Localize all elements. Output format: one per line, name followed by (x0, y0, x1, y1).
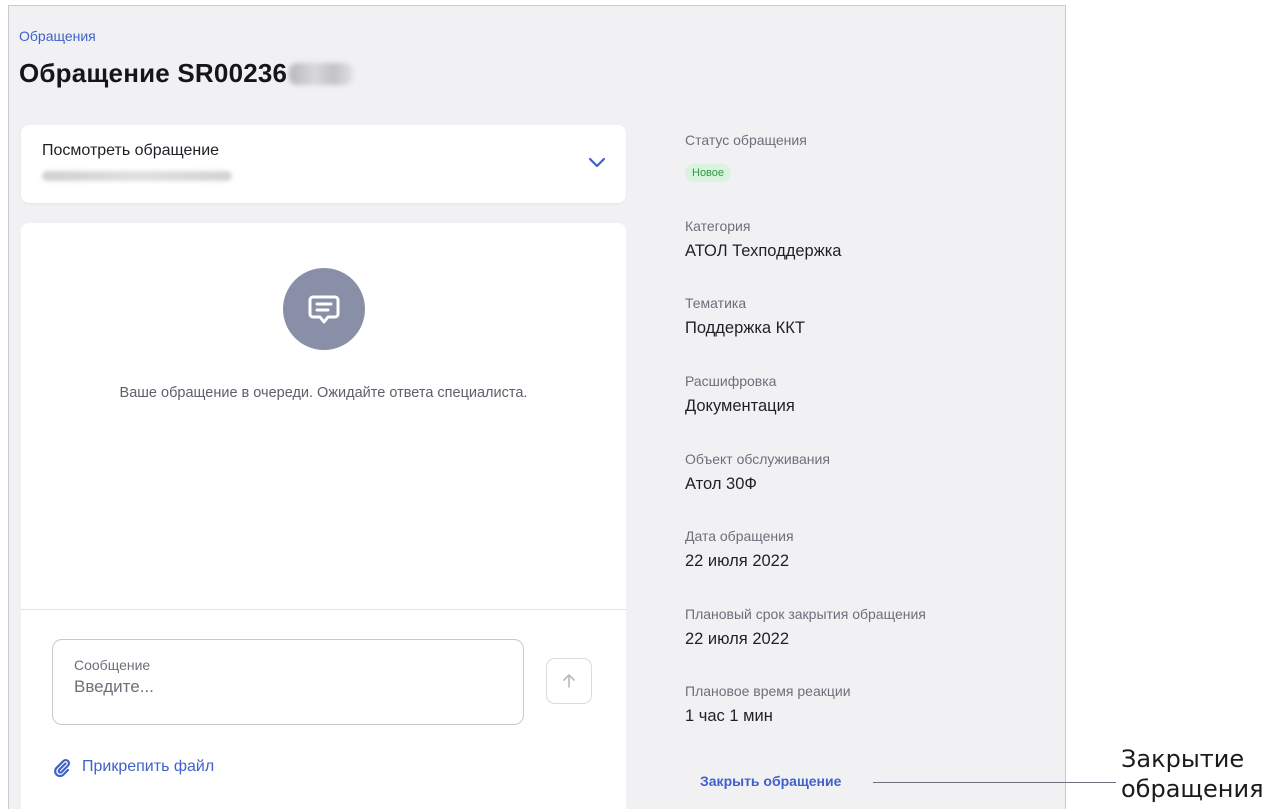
redacted-subtitle-blur (42, 171, 232, 181)
deadline-label: Плановый срок закрытия обращения (685, 606, 926, 622)
deadline-section: Плановый срок закрытия обращения 22 июля… (685, 606, 926, 649)
callout-line1: Закрытие (1121, 745, 1245, 773)
attach-file-label: Прикрепить файл (82, 758, 215, 775)
status-section: Статус обращения Новое (685, 132, 807, 182)
attach-file-button[interactable]: Прикрепить файл (52, 757, 214, 777)
message-field[interactable]: Сообщение (52, 639, 524, 725)
topic-value: Поддержка ККТ (685, 319, 805, 337)
message-input[interactable] (74, 677, 494, 697)
status-label: Статус обращения (685, 132, 807, 148)
decode-section: Расшифровка Документация (685, 373, 795, 416)
reaction-value: 1 час 1 мин (685, 707, 773, 725)
status-badge: Новое (685, 164, 732, 182)
arrow-up-icon (563, 674, 575, 688)
reaction-label: Плановое время реакции (685, 683, 851, 699)
category-label: Категория (685, 218, 751, 234)
date-label: Дата обращения (685, 528, 794, 544)
breadcrumb[interactable]: Обращения (19, 28, 96, 44)
paperclip-icon (54, 758, 71, 777)
callout-text: Закрытие обращения (1121, 744, 1264, 804)
object-label: Объект обслуживания (685, 451, 830, 467)
request-panel: Обращения Обращение SR00236 Посмотреть о… (8, 5, 1066, 809)
object-value: Атол 30Ф (685, 475, 757, 493)
date-value: 22 июля 2022 (685, 552, 790, 570)
decode-label: Расшифровка (685, 373, 777, 389)
divider (21, 609, 626, 610)
reaction-section: Плановое время реакции 1 час 1 мин (685, 683, 851, 726)
category-section: Категория АТОЛ Техподдержка (685, 218, 841, 261)
view-request-dropdown[interactable]: Посмотреть обращение (21, 125, 626, 203)
view-request-title: Посмотреть обращение (42, 142, 220, 159)
decode-value: Документация (685, 397, 795, 415)
page-title: Обращение SR00236 (19, 58, 354, 89)
topic-label: Тематика (685, 295, 747, 311)
redacted-id-blur (289, 62, 354, 85)
deadline-value: 22 июля 2022 (685, 630, 790, 648)
chevron-down-icon[interactable] (586, 151, 608, 173)
chat-bubble-icon (283, 268, 365, 350)
queue-message: Ваше обращение в очереди. Ожидайте ответ… (119, 385, 528, 401)
send-button[interactable] (546, 658, 592, 704)
chat-card: Ваше обращение в очереди. Ожидайте ответ… (21, 223, 626, 809)
topic-section: Тематика Поддержка ККТ (685, 295, 805, 338)
object-section: Объект обслуживания Атол 30Ф (685, 451, 830, 494)
close-request-link[interactable]: Закрыть обращение (700, 773, 841, 789)
date-section: Дата обращения 22 июля 2022 (685, 528, 794, 571)
message-label: Сообщение (74, 657, 151, 673)
page-title-text: Обращение SR00236 (19, 58, 288, 88)
category-value: АТОЛ Техподдержка (685, 242, 842, 260)
callout-line (873, 782, 1116, 783)
callout-line2: обращения (1121, 775, 1264, 803)
